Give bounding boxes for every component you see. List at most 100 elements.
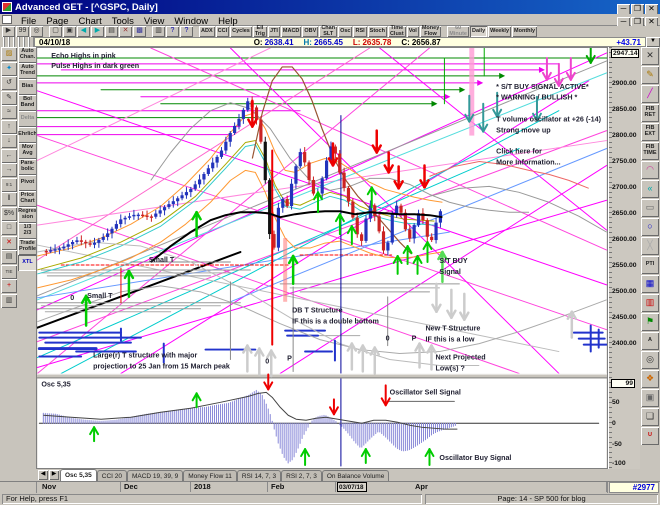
sidebar-icon-[interactable]: ✎ — [1, 90, 17, 105]
toolbar-study-cycles[interactable]: Cycles — [230, 26, 252, 37]
sidebar-tool-trade-profile[interactable]: Trade Profile — [18, 239, 37, 255]
sidebar-tool-mov-avg[interactable]: Mov Avg — [18, 143, 37, 159]
toolbar-study-ell-trig[interactable]: Ell Trig — [252, 25, 267, 37]
right-tool-a[interactable]: A — [641, 332, 659, 350]
toolbar-study-osc[interactable]: Osc — [338, 26, 353, 37]
tab-scroll-right[interactable]: ▶ — [49, 470, 59, 480]
sidebar-tool-xtl[interactable]: XTL — [18, 255, 37, 271]
sidebar-tool-pivot[interactable]: Pivot — [18, 175, 37, 191]
right-tool-[interactable]: ▦ — [641, 275, 659, 293]
toolbar-icon-[interactable]: ▶ — [2, 26, 15, 37]
sidebar-icon-[interactable]: ↓ — [1, 134, 17, 148]
sidebar-tool-para-bolic[interactable]: Para-bolic — [18, 159, 37, 175]
right-tool-[interactable]: ▥ — [641, 294, 659, 312]
chart-window-icon[interactable] — [2, 15, 12, 24]
child-close-button[interactable]: ✕ — [645, 16, 658, 27]
sidebar-icon-[interactable]: ‖ — [1, 192, 17, 206]
toolbar-study-jti[interactable]: JTI — [267, 26, 280, 37]
toolbar-icon-[interactable]: ✕ — [119, 26, 132, 37]
tab-rsi-14-7-3[interactable]: RSI 14, 7, 3 — [236, 470, 282, 481]
right-tool-[interactable]: ❖ — [641, 370, 659, 388]
right-tool-u[interactable]: U — [641, 427, 659, 445]
right-tool-[interactable]: ▣ — [641, 389, 659, 407]
tab-scroll-left[interactable]: ◀ — [38, 470, 48, 480]
toolbar-icon-99[interactable]: 99 — [16, 26, 29, 37]
toolbar-study-obv[interactable]: OBV — [302, 26, 319, 37]
menu-page[interactable]: Page — [41, 16, 73, 27]
tab-rsi-2-7-3[interactable]: RSI 2, 7, 3 — [281, 470, 322, 481]
child-minimize-button[interactable]: ─ — [617, 16, 630, 27]
child-maximize-button[interactable]: ❐ — [631, 16, 644, 27]
sidebar-icon-[interactable]: ▨ — [1, 47, 17, 61]
sidebar-icon-[interactable]: → — [1, 163, 17, 177]
toolbar-timeframe-daily[interactable]: Daily — [470, 26, 488, 37]
toolbar-study-money-flow[interactable]: Money Flow — [419, 25, 442, 37]
tab-money-flow-11[interactable]: Money Flow 11 — [183, 470, 237, 481]
toolbar-study-time-clust[interactable]: Time Clust — [387, 25, 406, 37]
toolbar-study-vol[interactable]: Vol — [406, 26, 419, 37]
toolbar-icon-[interactable]: ▢ — [49, 26, 62, 37]
menu-tools[interactable]: Tools — [107, 16, 139, 27]
menu-file[interactable]: File — [16, 16, 41, 27]
tab-cci-20[interactable]: CCI 20 — [96, 470, 127, 481]
right-tool-[interactable]: ╱ — [641, 85, 659, 103]
tab-macd-19-39-9[interactable]: MACD 19, 39, 9 — [126, 470, 184, 481]
right-tool-fib-ext[interactable]: FIB EXT — [641, 123, 659, 141]
right-tool-[interactable]: ▭ — [641, 199, 659, 217]
sidebar-icon-[interactable]: $% — [1, 206, 17, 221]
tab-osc-5-35[interactable]: Osc 5,35 — [60, 469, 97, 481]
toolbar-study-adx[interactable]: ADX — [199, 26, 215, 37]
right-tool-fib-time[interactable]: FIB TIME — [641, 142, 659, 160]
sidebar-tool-price-chart[interactable]: Price Chart — [18, 191, 37, 207]
sidebar-icon-[interactable]: ▤ — [1, 250, 17, 264]
sidebar-tool-bias[interactable]: Bias — [18, 79, 37, 95]
menu-view[interactable]: View — [139, 16, 169, 27]
sidebar-tool-auto-chan[interactable]: Auto Chan. — [18, 47, 37, 63]
toolbar-study-stoch[interactable]: Stoch — [367, 26, 387, 37]
sidebar-icon-[interactable]: + — [1, 279, 17, 293]
right-tool-[interactable]: ◠ — [641, 161, 659, 179]
toolbar-timeframe-monthly[interactable]: Monthly — [512, 26, 538, 37]
toolbar-study-rsi[interactable]: RSI — [353, 26, 367, 37]
toolbar-icon-[interactable]: ▤ — [105, 26, 118, 37]
toolbar-timeframe-weekly[interactable]: Weekly — [488, 26, 512, 37]
sidebar-tool-regres-sion[interactable]: Regres sion — [18, 207, 37, 223]
sidebar-icon-[interactable]: ✕ — [1, 235, 17, 250]
sidebar-icon-[interactable]: ✦ — [1, 61, 17, 76]
right-tool-[interactable]: ⚑ — [641, 313, 659, 331]
sidebar-icon-[interactable]: ▥ — [1, 293, 17, 308]
toolbar-icon-[interactable]: ▣ — [63, 26, 76, 37]
toolbar-icon-[interactable]: ▥ — [152, 26, 165, 37]
right-tool-fib-ret[interactable]: FIB RET — [641, 104, 659, 122]
right-tool-[interactable]: ○ — [641, 218, 659, 236]
sidebar-tool-ehrlich[interactable]: Ehrlich — [18, 127, 37, 143]
tab-on-balance-volume[interactable]: On Balance Volume — [321, 470, 390, 481]
toolbar-icon-[interactable]: ? — [180, 26, 193, 37]
toolbar-icon-[interactable]: ▩ — [133, 26, 146, 37]
toolbar-study-cci[interactable]: CCI — [215, 26, 230, 37]
sidebar-tool-auto-trend[interactable]: Auto Trend — [18, 63, 37, 79]
sidebar-icon-[interactable]: ↑ — [1, 119, 17, 134]
right-tool-[interactable]: ✕ — [641, 47, 659, 65]
right-tool-[interactable]: ╳ — [641, 237, 659, 255]
chart-canvas[interactable]: Echo Highs in pink Pulse Highs in dark gr… — [36, 46, 608, 469]
right-tool-[interactable]: ✎ — [641, 66, 659, 84]
sidebar-icon-[interactable]: ← — [1, 148, 17, 163]
right-tool-pti[interactable]: PTI — [641, 256, 659, 274]
sidebar-icon-[interactable]: ≈ — [1, 105, 17, 119]
toolbar-icon-[interactable]: ◎ — [30, 26, 43, 37]
toolbar-study-macd[interactable]: MACD — [280, 26, 302, 37]
toolbar-icon-[interactable]: ◀ — [77, 26, 90, 37]
sidebar-icon-9-1[interactable]: 9:1 — [1, 177, 17, 192]
menu-help[interactable]: Help — [213, 16, 243, 27]
menu-window[interactable]: Window — [169, 16, 213, 27]
toolbar-study-chan-slt[interactable]: Chan SLT — [319, 25, 338, 37]
right-tool-[interactable]: ◎ — [641, 351, 659, 369]
sidebar-icon-[interactable]: ↺ — [1, 76, 17, 90]
sidebar-icon-tie[interactable]: TIE — [1, 264, 17, 279]
right-tool-[interactable]: ❏ — [641, 408, 659, 426]
symbol-dropdown-button[interactable]: ▼ — [646, 37, 660, 47]
right-tool-[interactable]: « — [641, 180, 659, 198]
toolbar-icon-[interactable]: ? — [166, 26, 179, 37]
menu-chart[interactable]: Chart — [74, 16, 107, 27]
